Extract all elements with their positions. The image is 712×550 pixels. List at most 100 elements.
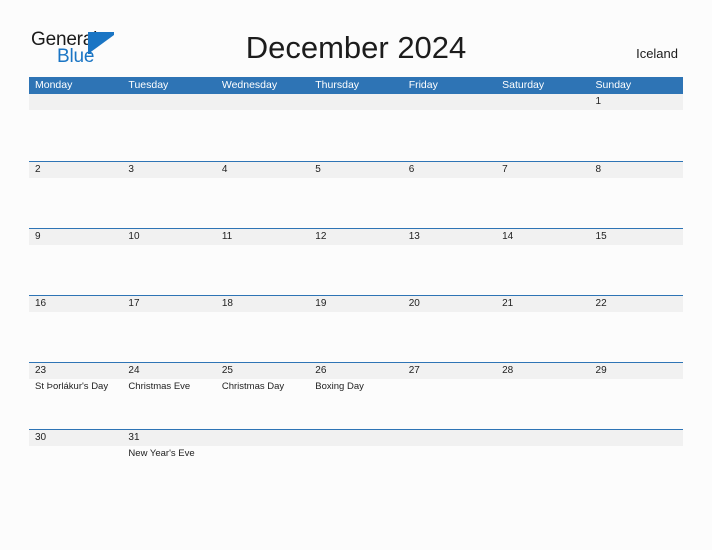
- week-day-number-band: 1: [29, 94, 683, 110]
- day-number-29[interactable]: 29: [590, 363, 683, 379]
- day-cell-empty: [403, 446, 496, 496]
- day-cell-empty: [122, 178, 215, 228]
- day-event-25[interactable]: Christmas Day: [216, 379, 309, 429]
- day-number-empty: [216, 94, 309, 110]
- day-number-13[interactable]: 13: [403, 229, 496, 245]
- weekday-header-tuesday: Tuesday: [128, 79, 169, 91]
- week-event-band: [29, 178, 683, 228]
- day-number-12[interactable]: 12: [309, 229, 402, 245]
- holiday-label: Christmas Day: [221, 381, 285, 392]
- day-cell-empty: [216, 312, 309, 362]
- day-number-20[interactable]: 20: [403, 296, 496, 312]
- day-cell-empty: [216, 446, 309, 496]
- calendar-week-row: 9 10 11 12 13 14 15: [29, 228, 683, 295]
- weekday-header-friday: Friday: [408, 79, 438, 91]
- day-number-23[interactable]: 23: [29, 363, 122, 379]
- day-number-6[interactable]: 6: [403, 162, 496, 178]
- day-number-10[interactable]: 10: [122, 229, 215, 245]
- day-number-17[interactable]: 17: [122, 296, 215, 312]
- week-event-band: New Year's Eve: [29, 446, 683, 496]
- week-event-band: St Þorlákur's Day Christmas Eve Christmas …: [29, 379, 683, 429]
- day-cell-empty: [403, 312, 496, 362]
- calendar-week-row: 16 17 18 19 20 21 22: [29, 295, 683, 362]
- day-number-30[interactable]: 30: [29, 430, 122, 446]
- day-number-31[interactable]: 31: [122, 430, 215, 446]
- day-cell-empty: [403, 245, 496, 295]
- day-number-empty: [496, 430, 589, 446]
- day-cell-empty: [29, 312, 122, 362]
- day-cell-empty: [122, 245, 215, 295]
- calendar-week-row: 1: [29, 94, 683, 161]
- day-number-4[interactable]: 4: [216, 162, 309, 178]
- day-cell-empty: [496, 110, 589, 160]
- day-number-empty: [309, 94, 402, 110]
- week-day-number-band: 16 17 18 19 20 21 22: [29, 296, 683, 312]
- day-number-2[interactable]: 2: [29, 162, 122, 178]
- holiday-label: St Þorlákur's Day: [35, 381, 109, 392]
- week-day-number-band: 9 10 11 12 13 14 15: [29, 229, 683, 245]
- day-number-5[interactable]: 5: [309, 162, 402, 178]
- day-cell-empty: [122, 110, 215, 160]
- week-event-band: [29, 110, 683, 160]
- day-cell-empty: [590, 446, 683, 496]
- day-number-18[interactable]: 18: [216, 296, 309, 312]
- day-number-27[interactable]: 27: [403, 363, 496, 379]
- day-cell-empty: [590, 379, 683, 429]
- day-number-15[interactable]: 15: [590, 229, 683, 245]
- day-number-empty: [29, 94, 122, 110]
- day-number-8[interactable]: 8: [590, 162, 683, 178]
- day-number-3[interactable]: 3: [122, 162, 215, 178]
- day-cell-empty: [403, 379, 496, 429]
- day-number-1[interactable]: 1: [590, 94, 683, 110]
- calendar-page: General Blue December 2024 Iceland Monda…: [0, 0, 712, 550]
- day-event-24[interactable]: Christmas Eve: [122, 379, 215, 429]
- day-event-26[interactable]: Boxing Day: [309, 379, 402, 429]
- calendar-weeks: 1 2 3 4 5 6 7 8 9 10 11 12 13 14 15 16 17 18 19 20 21 22 23 24 2…: [29, 94, 683, 496]
- day-cell-empty: [496, 379, 589, 429]
- day-number-empty: [590, 430, 683, 446]
- day-number-14[interactable]: 14: [496, 229, 589, 245]
- day-number-empty: [309, 430, 402, 446]
- day-number-9[interactable]: 9: [29, 229, 122, 245]
- day-event-23[interactable]: St Þorlákur's Day: [29, 379, 122, 429]
- weekday-header-sunday: Sunday: [595, 79, 632, 91]
- day-cell-empty: [496, 446, 589, 496]
- country-label: Iceland: [636, 46, 678, 61]
- day-number-empty: [403, 94, 496, 110]
- day-cell-empty: [590, 245, 683, 295]
- day-cell-empty: [403, 110, 496, 160]
- day-number-empty: [122, 94, 215, 110]
- day-cell-empty: [29, 178, 122, 228]
- page-header: General Blue December 2024 Iceland: [0, 0, 712, 76]
- holiday-label: Christmas Eve: [128, 381, 191, 392]
- day-number-21[interactable]: 21: [496, 296, 589, 312]
- weekday-header-row: Monday Tuesday Wednesday Thursday Friday Satu…: [29, 77, 683, 94]
- day-number-28[interactable]: 28: [496, 363, 589, 379]
- day-number-22[interactable]: 22: [590, 296, 683, 312]
- day-event-31[interactable]: New Year's Eve: [122, 446, 215, 496]
- week-day-number-band: 23 24 25 26 27 28 29: [29, 363, 683, 379]
- calendar-week-row: 2345678: [29, 161, 683, 228]
- weekday-header-thursday: Thursday: [315, 79, 360, 91]
- day-number-24[interactable]: 24: [122, 363, 215, 379]
- week-event-band: [29, 245, 683, 295]
- week-day-number-band: 30 31: [29, 430, 683, 446]
- day-cell-empty: [29, 245, 122, 295]
- day-number-16[interactable]: 16: [29, 296, 122, 312]
- day-number-11[interactable]: 11: [216, 229, 309, 245]
- day-cell-empty: [309, 178, 402, 228]
- day-cell-empty: [216, 178, 309, 228]
- weekday-header-saturday: Saturday: [502, 79, 545, 91]
- day-cell-empty: [496, 245, 589, 295]
- day-cell-empty: [122, 312, 215, 362]
- day-cell-empty: [590, 312, 683, 362]
- day-number-19[interactable]: 19: [309, 296, 402, 312]
- day-number-25[interactable]: 25: [216, 363, 309, 379]
- day-number-7[interactable]: 7: [496, 162, 589, 178]
- day-cell-empty: [309, 446, 402, 496]
- calendar-grid: Monday Tuesday Wednesday Thursday Friday Satu…: [29, 77, 683, 496]
- day-cell-empty: [496, 178, 589, 228]
- day-number-empty: [496, 94, 589, 110]
- day-number-26[interactable]: 26: [309, 363, 402, 379]
- day-number-empty: [216, 430, 309, 446]
